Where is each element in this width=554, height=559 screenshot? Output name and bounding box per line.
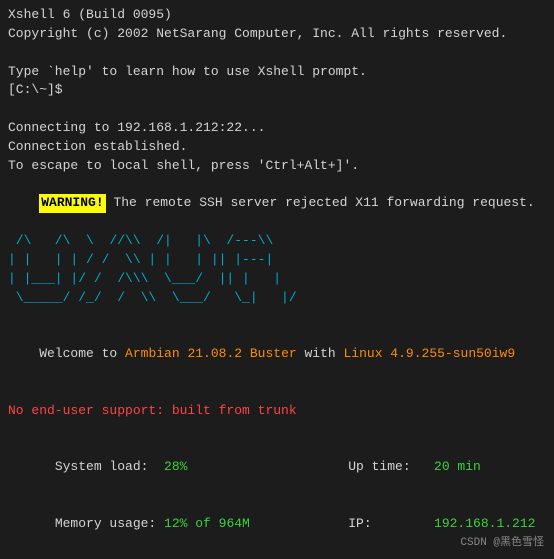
blank-line-4 (8, 383, 546, 402)
conn-established-text: Connection established. (8, 139, 187, 154)
uptime-val: 20 min (434, 459, 481, 474)
ascii-art-block: /​\ /\ \ //\\ /| |\ /---\\ | | | | / / \… (8, 232, 546, 307)
warning-line: WARNING! The remote SSH server rejected … (8, 176, 546, 233)
watermark-text: CSDN @黑色雪怪 (460, 537, 544, 549)
warning-label: WARNING! (39, 194, 105, 213)
armbian-version: Armbian 21.08.2 Buster (125, 346, 297, 361)
ip-val: 192.168.1.212 (434, 516, 535, 531)
local-prompt-text: [C:\~]$ (8, 82, 63, 97)
conn-established-line: Connection established. (8, 138, 546, 157)
help-text: Type `help' to learn how to use Xshell p… (8, 64, 367, 79)
escape-tip-line: To escape to local shell, press 'Ctrl+Al… (8, 157, 546, 176)
help-line: Type `help' to learn how to use Xshell p… (8, 63, 546, 82)
ascii-line-1: /​\ /\ \ //\\ /| |\ /---\\ (8, 232, 546, 251)
ascii-line-2: | | | | / / \\ | | | || |---| (8, 251, 546, 270)
copyright-line: Copyright (c) 2002 NetSarang Computer, I… (8, 25, 546, 44)
no-support-line: No end-user support: built from trunk (8, 402, 546, 421)
ascii-line-3: | |___| |/ / /\\\ \___/ || | | (8, 270, 546, 289)
cputemp-right: Usage of /: 5% of 29G (278, 552, 546, 559)
welcome-prefix: Welcome to (39, 346, 125, 361)
linux-version: Linux 4.9.255-sun50iw9 (344, 346, 516, 361)
ip-label: IP: (325, 516, 434, 531)
memusage-label: Memory usage: (55, 516, 164, 531)
sysload-right: Up time: 20 min (278, 439, 546, 496)
blank-line-2 (8, 100, 546, 119)
blank-line-3 (8, 308, 546, 327)
local-prompt-line: [C:\~]$ (8, 81, 546, 100)
sysload-row: System load: 28% Up time: 20 min (8, 439, 546, 496)
terminal-window: Xshell 6 (Build 0095) Copyright (c) 2002… (0, 0, 554, 559)
memusage-left: Memory usage: 12% of 964M (8, 496, 278, 553)
uptime-label: Up time: (325, 459, 434, 474)
escape-tip-text: To escape to local shell, press 'Ctrl+Al… (8, 158, 359, 173)
ascii-line-4: \_____/ /_/ / \\ \___/ \_| |/ (8, 289, 546, 308)
blank-line-5 (8, 421, 546, 440)
connecting-line: Connecting to 192.168.1.212:22... (8, 119, 546, 138)
blank-line-1 (8, 44, 546, 63)
sysload-label: System load: (55, 459, 164, 474)
cputemp-left: CPU temp: 40°C (8, 552, 278, 559)
sysload-left: System load: 28% (8, 439, 278, 496)
no-support-text: No end-user support: built from trunk (8, 403, 297, 418)
warning-text: The remote SSH server rejected X11 forwa… (106, 195, 535, 210)
connecting-text: Connecting to 192.168.1.212:22... (8, 120, 265, 135)
title-line: Xshell 6 (Build 0095) (8, 6, 546, 25)
welcome-line: Welcome to Armbian 21.08.2 Buster with L… (8, 326, 546, 383)
cputemp-row: CPU temp: 40°C Usage of /: 5% of 29G (8, 552, 546, 559)
memusage-val: 12% of 964M (164, 516, 250, 531)
copyright-text: Copyright (c) 2002 NetSarang Computer, I… (8, 26, 507, 41)
welcome-mid: with (297, 346, 344, 361)
title-text: Xshell 6 (Build 0095) (8, 7, 172, 22)
watermark: CSDN @黑色雪怪 (460, 533, 544, 549)
sysload-val: 28% (164, 459, 187, 474)
